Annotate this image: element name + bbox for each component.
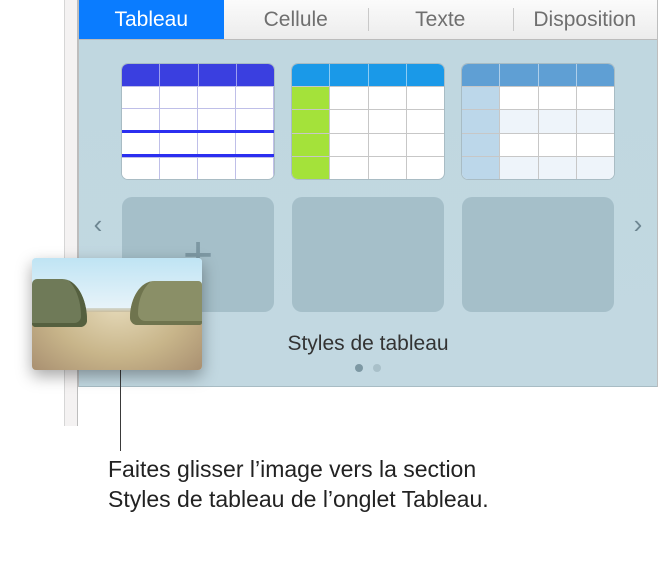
chevron-right-icon: ›	[634, 209, 643, 240]
callout-leader-line	[120, 369, 121, 451]
dragged-image-thumbnail[interactable]	[32, 258, 202, 370]
empty-style-slot[interactable]	[462, 197, 614, 312]
image-dune	[130, 281, 202, 325]
table-style-thumbnail[interactable]	[462, 64, 614, 179]
chevron-left-icon: ‹	[94, 209, 103, 240]
pager-dot[interactable]	[373, 364, 381, 372]
empty-style-slot[interactable]	[292, 197, 444, 312]
tab-tableau[interactable]: Tableau	[79, 0, 224, 39]
table-style-thumbnail[interactable]	[292, 64, 444, 179]
callout-text: Faites glisser l’image vers la section S…	[108, 455, 528, 515]
styles-next-button[interactable]: ›	[629, 210, 647, 238]
table-style-thumbnail[interactable]	[122, 64, 274, 179]
tab-disposition[interactable]: Disposition	[513, 0, 658, 39]
tab-texte[interactable]: Texte	[368, 0, 513, 39]
pager-dot[interactable]	[355, 364, 363, 372]
inspector-tabs: Tableau Cellule Texte Disposition	[79, 0, 657, 40]
styles-prev-button[interactable]: ‹	[89, 210, 107, 238]
tab-cellule[interactable]: Cellule	[224, 0, 369, 39]
